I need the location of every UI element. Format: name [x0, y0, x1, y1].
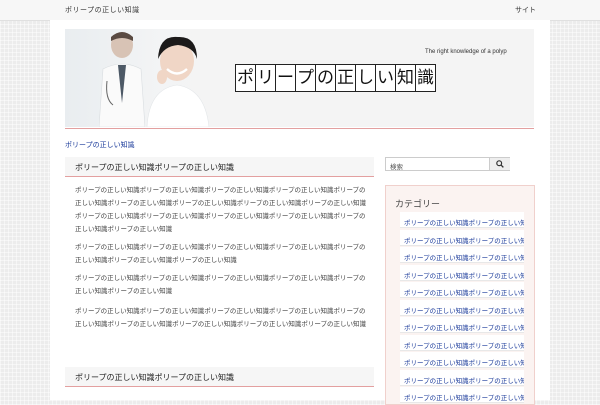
- article-heading-text: ポリープの正しい知識ポリープの正しい知識: [75, 163, 235, 172]
- category-widget: カテゴリー ポリープの正しい知識ポリープの正しい知識 ポリープの正しい知識ポリー…: [385, 185, 535, 405]
- sidebar-category-link[interactable]: ポリープの正しい知識ポリープの正しい知識: [400, 300, 524, 316]
- sidebar-category-link[interactable]: ポリープの正しい知識ポリープの正しい知識: [400, 352, 524, 368]
- sidebar-category-link[interactable]: ポリープの正しい知識ポリープの正しい知識: [400, 265, 524, 281]
- search-icon: [496, 160, 504, 168]
- title-char: 識: [415, 64, 436, 92]
- section-heading: ポリープの正しい知識ポリープの正しい知識: [65, 367, 374, 387]
- sidebar-category-link[interactable]: ポリープの正しい知識ポリープの正しい知識: [400, 212, 524, 228]
- title-char: ー: [275, 64, 296, 92]
- page-container: The right knowledge of a polyp ポ リ ー プ の…: [50, 20, 550, 405]
- title-char: 知: [395, 64, 416, 92]
- title-char: 正: [335, 64, 356, 92]
- header-banner[interactable]: The right knowledge of a polyp ポ リ ー プ の…: [65, 29, 534, 127]
- title-char: し: [355, 64, 376, 92]
- site-title[interactable]: ポ リ ー プ の 正 し い 知 識: [235, 64, 436, 92]
- title-char: の: [315, 64, 336, 92]
- sidebar-category-link[interactable]: ポリープの正しい知識ポリープの正しい知識: [400, 370, 524, 386]
- header-tagline: The right knowledge of a polyp: [425, 49, 507, 55]
- search-button[interactable]: [489, 158, 510, 170]
- site-name-link[interactable]: ポリープの正しい知識: [65, 5, 140, 15]
- sidebar-category-link[interactable]: ポリープの正しい知識ポリープの正しい知識: [400, 317, 524, 333]
- sidebar-category-link[interactable]: ポリープの正しい知識ポリープの正しい知識: [400, 387, 524, 403]
- sidebar-category-link[interactable]: ポリープの正しい知識ポリープの正しい知識: [400, 335, 524, 351]
- top-bar: ポリープの正しい知識 サイト: [0, 0, 600, 21]
- article-paragraph: ポリープの正しい知識ポリープの正しい知識ポリープの正しい知識ポリープの正しい知識…: [75, 274, 366, 295]
- header-divider: [65, 128, 534, 129]
- category-widget-title: カテゴリー: [395, 200, 441, 210]
- section-heading-text: ポリープの正しい知識ポリープの正しい知識: [75, 373, 235, 382]
- sitemap-link[interactable]: サイト: [515, 5, 536, 15]
- title-char: リ: [255, 64, 276, 92]
- title-char: い: [375, 64, 396, 92]
- sidebar-category-link[interactable]: ポリープの正しい知識ポリープの正しい知識: [400, 247, 524, 263]
- breadcrumb[interactable]: ポリープの正しい知識: [65, 140, 135, 150]
- title-char: プ: [295, 64, 316, 92]
- header-photo: [65, 29, 225, 127]
- article-paragraph: ポリープの正しい知識ポリープの正しい知識ポリープの正しい知識ポリープの正しい知識…: [75, 186, 366, 233]
- sidebar-category-link[interactable]: ポリープの正しい知識ポリープの正しい知識: [400, 282, 524, 298]
- sidebar-category-link[interactable]: ポリープの正しい知識ポリープの正しい知識: [400, 230, 524, 246]
- nurse-figure: [146, 36, 210, 127]
- article-paragraph: ポリープの正しい知識ポリープの正しい知識ポリープの正しい知識ポリープの正しい知識…: [75, 307, 366, 328]
- title-char: ポ: [235, 64, 256, 92]
- article-heading: ポリープの正しい知識ポリープの正しい知識: [65, 157, 374, 177]
- article-paragraph: ポリープの正しい知識ポリープの正しい知識ポリープの正しい知識ポリープの正しい知識…: [75, 243, 366, 264]
